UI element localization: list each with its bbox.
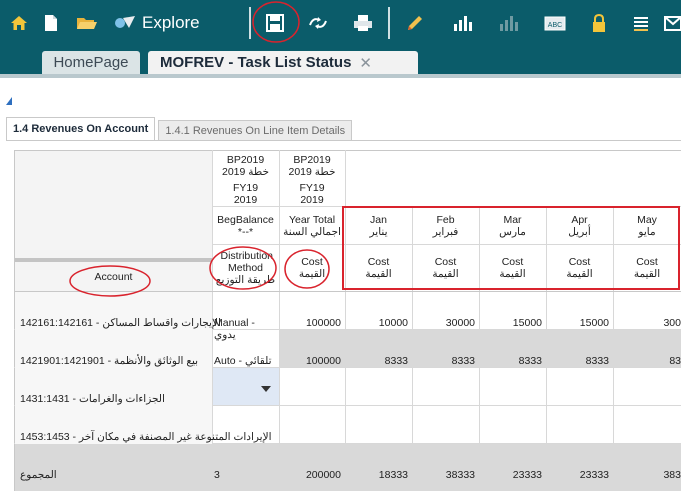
months-annotation-box <box>342 206 680 290</box>
method-annotation-circle <box>209 246 277 290</box>
cost-annotation-circle <box>284 249 330 289</box>
grid-annotation-overlay <box>69 206 680 297</box>
account-annotation-circle <box>69 265 151 297</box>
